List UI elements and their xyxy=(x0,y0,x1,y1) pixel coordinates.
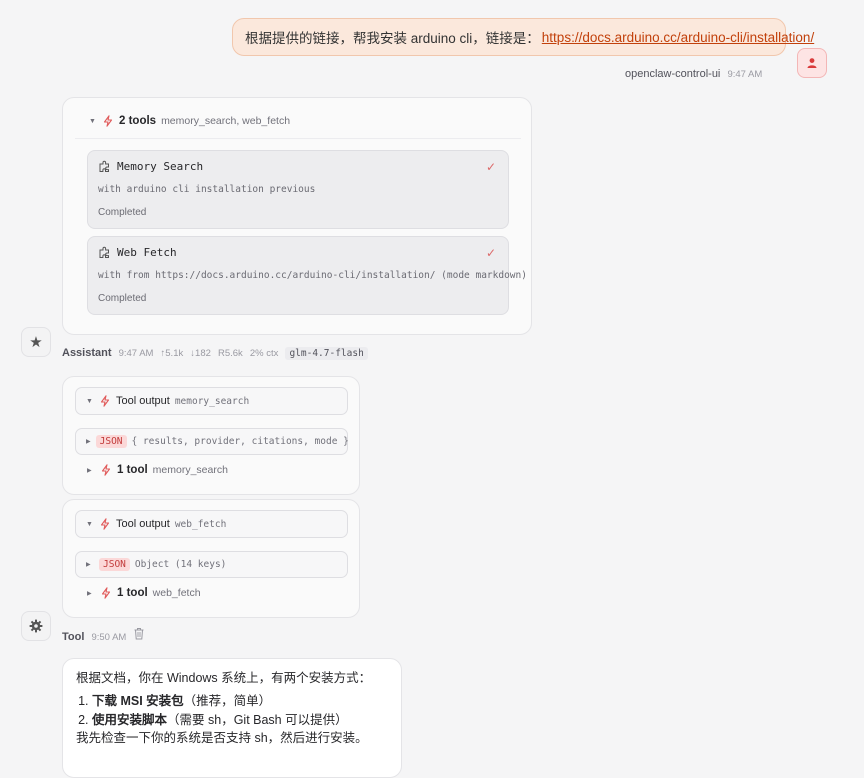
chevron-down-icon: ▼ xyxy=(89,117,96,125)
tool-output-header[interactable]: ▼ Tool output web_fetch xyxy=(75,510,348,538)
check-icon: ✓ xyxy=(485,160,496,174)
tool-count-name: web_fetch xyxy=(152,587,201,599)
tool-card-title: Memory Search xyxy=(98,160,203,173)
tool-output-label: Tool output xyxy=(116,395,170,407)
tool-output-label: Tool output xyxy=(116,518,170,530)
user-icon xyxy=(807,58,817,68)
user-message-meta: openclaw-control-ui 9:47 AM xyxy=(625,68,762,80)
tool-output-name: memory_search xyxy=(174,395,250,407)
answer-outro: 我先检查一下你的系统是否支持 sh，然后进行安装。 xyxy=(76,731,368,746)
bolt-icon xyxy=(103,115,113,127)
answer-item-rest: （需要 sh，Git Bash 可以提供） xyxy=(167,712,348,727)
tool-count-row[interactable]: ▶ 1 tool memory_search xyxy=(87,464,228,476)
puzzle-icon xyxy=(99,246,109,258)
tool-output-name: web_fetch xyxy=(174,518,227,530)
tool-card-web-fetch[interactable]: Web Fetch ✓ with from https://docs.ardui… xyxy=(87,236,527,315)
chevron-right-icon: ▶ xyxy=(86,562,91,568)
tool-count-row[interactable]: ▶ 1 tool web_fetch xyxy=(87,587,201,599)
tokens-up: ↑5.1k xyxy=(160,348,184,359)
context-usage: 2% ctx xyxy=(249,348,279,359)
tool-calls-card: ▼ 2 tools memory_search, web_fetch Memor… xyxy=(62,97,532,335)
tool-card-memory-search[interactable]: Memory Search ✓ with arduino cli install… xyxy=(87,150,509,229)
gear-icon xyxy=(29,619,43,633)
tool-meta: Tool 9:50 AM xyxy=(62,631,126,643)
json-preview: Object (14 keys) xyxy=(134,559,227,570)
message-time: 9:47 AM xyxy=(727,69,763,80)
tool-time: 9:50 AM xyxy=(91,632,127,643)
answer-intro: 根据文档，你在 Windows 系统上，有两个安装方式： xyxy=(76,671,372,685)
tools-names: memory_search, web_fetch xyxy=(161,115,291,127)
tool-name: Web Fetch xyxy=(117,246,177,259)
tool-count-name: memory_search xyxy=(152,464,228,476)
tool-calls-summary[interactable]: ▼ 2 tools memory_search, web_fetch xyxy=(89,115,290,127)
tool-output-card-memory-search: ▼ Tool output memory_search ▶ JSON { res… xyxy=(62,376,360,495)
tool-output-header[interactable]: ▼ Tool output memory_search xyxy=(75,387,348,415)
puzzle-icon xyxy=(99,160,109,172)
bolt-icon xyxy=(101,464,111,476)
chevron-down-icon: ▼ xyxy=(86,520,93,528)
chevron-right-icon: ▶ xyxy=(86,439,91,445)
sender-name: openclaw-control-ui xyxy=(625,68,721,80)
check-icon: ✓ xyxy=(485,246,496,260)
answer-item-bold: 下载 MSI 安装包 xyxy=(92,693,184,708)
tool-count: 1 tool xyxy=(117,587,148,599)
json-badge: JSON xyxy=(99,558,130,571)
installation-link[interactable]: https://docs.arduino.cc/arduino-cli/inst… xyxy=(542,30,814,45)
tokens-down: ↓182 xyxy=(190,348,211,359)
tool-detail: with arduino cli installation previous xyxy=(98,184,316,195)
tool-status: Completed xyxy=(98,207,147,218)
user-message-bubble: 根据提供的链接，帮我安装 arduino cli，链接是： https://do… xyxy=(232,18,814,56)
tool-output-card-web-fetch: ▼ Tool output web_fetch ▶ JSON Object (1… xyxy=(62,499,360,618)
json-preview-row[interactable]: ▶ JSON Object (14 keys) xyxy=(75,551,348,578)
json-badge: JSON xyxy=(95,435,127,448)
answer-list-item: 下载 MSI 安装包（推荐，简单） xyxy=(92,692,388,711)
answer-list: 下载 MSI 安装包（推荐，简单） 使用安装脚本（需要 sh，Git Bash … xyxy=(76,692,388,730)
tool-sender-name: Tool xyxy=(62,631,85,643)
answer-list-item: 使用安装脚本（需要 sh，Git Bash 可以提供） xyxy=(92,711,388,730)
assistant-time: 9:47 AM xyxy=(118,348,154,359)
trash-icon xyxy=(134,628,144,640)
divider xyxy=(75,138,521,139)
delete-button[interactable] xyxy=(133,627,145,643)
assistant-answer: 根据文档，你在 Windows 系统上，有两个安装方式： 下载 MSI 安装包（… xyxy=(62,658,402,778)
tool-status: Completed xyxy=(98,293,147,304)
assistant-meta: Assistant 9:47 AM ↑5.1k ↓182 R5.6k 2% ct… xyxy=(62,347,368,360)
answer-item-rest: （推荐，简单） xyxy=(183,693,272,708)
bolt-icon xyxy=(101,587,111,599)
tool-avatar xyxy=(21,611,51,641)
user-avatar xyxy=(797,48,827,78)
user-message-text: 根据提供的链接，帮我安装 arduino cli，链接是： xyxy=(245,31,540,46)
model-chip: glm-4.7-flash xyxy=(285,347,368,360)
bolt-icon xyxy=(100,395,110,407)
json-preview-row[interactable]: ▶ JSON { results, provider, citations, m… xyxy=(75,428,349,455)
star-icon: ★ xyxy=(29,334,43,351)
chevron-down-icon: ▼ xyxy=(86,397,93,405)
tool-detail: with from https://docs.arduino.cc/arduin… xyxy=(98,270,527,281)
tool-count: 1 tool xyxy=(117,464,148,476)
answer-item-bold: 使用安装脚本 xyxy=(92,712,168,727)
assistant-avatar: ★ xyxy=(21,327,51,357)
tools-count: 2 tools xyxy=(119,115,157,127)
assistant-name: Assistant xyxy=(62,347,112,359)
chevron-right-icon: ▶ xyxy=(87,590,92,597)
tool-card-title: Web Fetch xyxy=(98,246,177,259)
json-preview: { results, provider, citations, mode } xyxy=(131,436,349,447)
reasoning-tokens: R5.6k xyxy=(217,348,243,359)
bolt-icon xyxy=(100,518,110,530)
tool-name: Memory Search xyxy=(117,160,204,173)
chevron-right-icon: ▶ xyxy=(87,467,92,474)
